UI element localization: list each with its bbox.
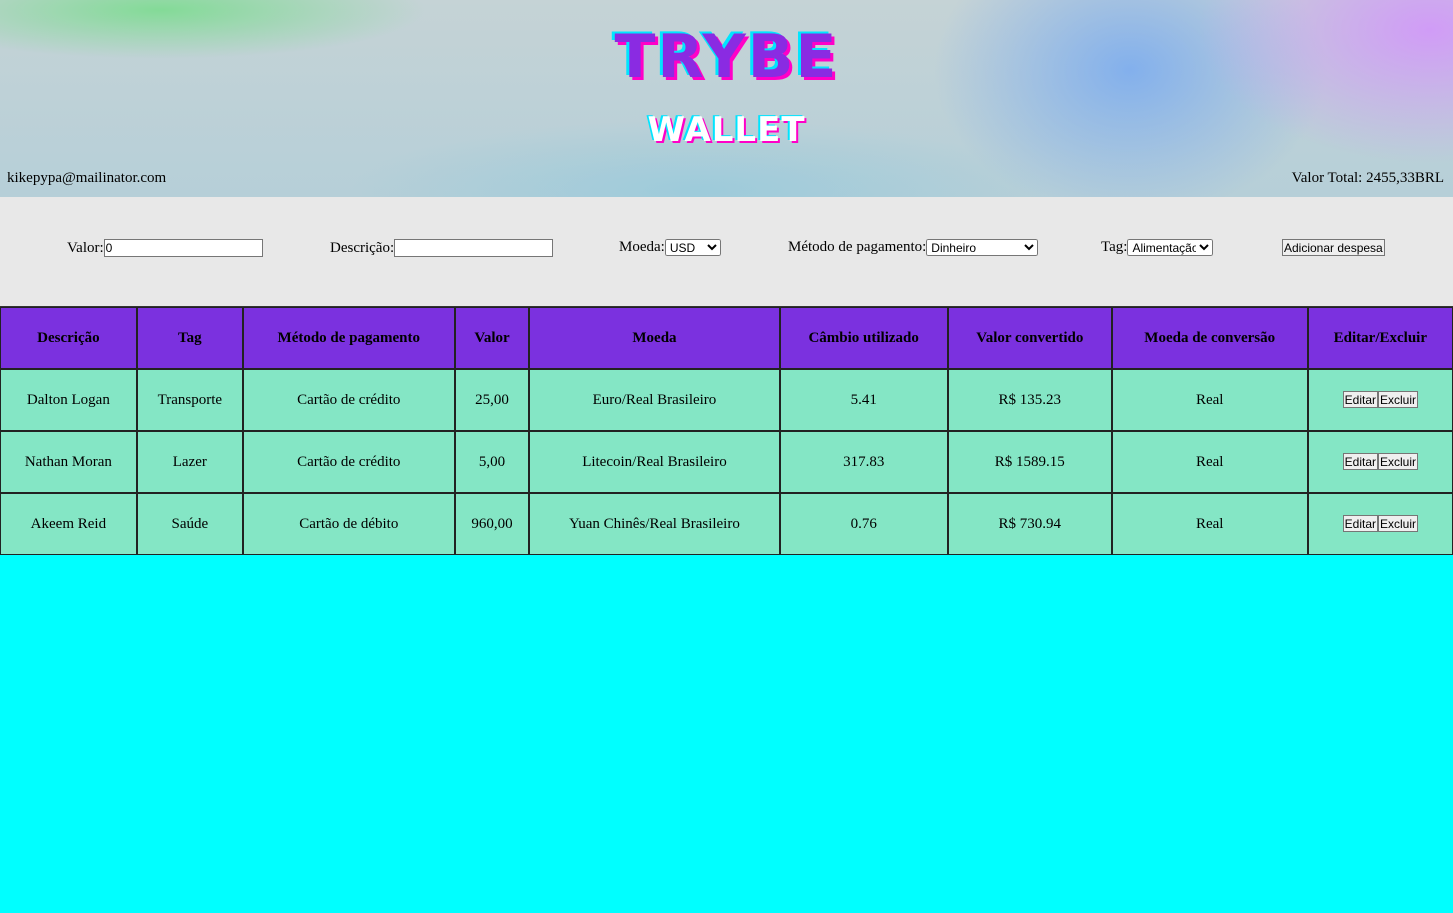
metodo-label: Método de pagamento: xyxy=(788,239,927,255)
header-descricao: Descrição xyxy=(0,307,137,369)
valor-label: Valor: xyxy=(67,239,104,256)
cell-cambio: 317.83 xyxy=(779,431,948,493)
edit-button[interactable]: Editar xyxy=(1342,391,1379,409)
tag-select[interactable]: Alimentação xyxy=(1127,239,1214,256)
edit-button[interactable]: Editar xyxy=(1342,453,1379,471)
app-header: TRYBE WALLET kikepypa@mailinator.com Val… xyxy=(0,0,1453,197)
header-moeda-conversao: Moeda de conversão xyxy=(1111,307,1308,369)
table-header-row: Descrição Tag Método de pagamento Valor … xyxy=(0,307,1453,369)
cell-valor-convertido: R$ 1589.15 xyxy=(947,431,1112,493)
header-editar-excluir: Editar/Excluir xyxy=(1307,307,1453,369)
expenses-table: Descrição Tag Método de pagamento Valor … xyxy=(0,306,1453,555)
cell-cambio: 5.41 xyxy=(779,369,948,431)
tag-label: Tag: xyxy=(1101,239,1128,255)
total-value: Valor Total: 2455,33BRL xyxy=(1291,170,1444,186)
cell-actions: Editar Excluir xyxy=(1307,431,1453,493)
logo-trybe: TRYBE xyxy=(614,22,839,92)
cell-moeda: Euro/Real Brasileiro xyxy=(529,369,780,431)
cell-valor-convertido: R$ 730.94 xyxy=(947,493,1112,555)
cell-tag: Lazer xyxy=(136,431,243,493)
metodo-field: Método de pagamento: Dinheiro xyxy=(788,239,1039,256)
cell-metodo: Cartão de débito xyxy=(242,493,455,555)
descricao-field: Descrição: xyxy=(330,239,554,257)
cell-valor: 960,00 xyxy=(454,493,530,555)
cell-tag: Transporte xyxy=(136,369,243,431)
user-email: kikepypa@mailinator.com xyxy=(7,170,167,186)
cell-descricao: Dalton Logan xyxy=(0,369,137,431)
descricao-input[interactable] xyxy=(394,239,554,257)
cell-descricao: Akeem Reid xyxy=(0,493,137,555)
tag-field: Tag: Alimentação xyxy=(1101,239,1214,256)
valor-field: Valor: xyxy=(67,239,263,257)
cell-descricao: Nathan Moran xyxy=(0,431,137,493)
cell-cambio: 0.76 xyxy=(779,493,948,555)
cell-moeda: Litecoin/Real Brasileiro xyxy=(529,431,780,493)
cell-valor-convertido: R$ 135.23 xyxy=(947,369,1112,431)
cell-moeda-conversao: Real xyxy=(1111,493,1308,555)
header-cambio: Câmbio utilizado xyxy=(779,307,948,369)
delete-button[interactable]: Excluir xyxy=(1378,515,1419,533)
header-tag: Tag xyxy=(136,307,243,369)
header-valor-convertido: Valor convertido xyxy=(947,307,1112,369)
header-metodo: Método de pagamento xyxy=(242,307,455,369)
header-moeda: Moeda xyxy=(529,307,780,369)
logo-wallet: WALLET xyxy=(647,110,806,150)
cell-metodo: Cartão de crédito xyxy=(242,369,455,431)
expense-form: Valor: Descrição: Moeda: USD Método de p… xyxy=(0,197,1453,306)
table-row: Dalton Logan Transporte Cartão de crédit… xyxy=(0,369,1453,431)
cell-actions: Editar Excluir xyxy=(1307,369,1453,431)
cell-tag: Saúde xyxy=(136,493,243,555)
descricao-label: Descrição: xyxy=(330,239,395,256)
moeda-field: Moeda: USD xyxy=(619,239,721,256)
cell-valor: 25,00 xyxy=(454,369,530,431)
cell-valor: 5,00 xyxy=(454,431,530,493)
metodo-select[interactable]: Dinheiro xyxy=(926,239,1039,256)
header-valor: Valor xyxy=(454,307,530,369)
valor-input[interactable] xyxy=(103,239,263,257)
cell-actions: Editar Excluir xyxy=(1307,493,1453,555)
edit-button[interactable]: Editar xyxy=(1342,515,1379,533)
delete-button[interactable]: Excluir xyxy=(1378,453,1419,471)
cell-moeda-conversao: Real xyxy=(1111,431,1308,493)
moeda-label: Moeda: xyxy=(619,239,665,255)
add-expense-button[interactable]: Adicionar despesa xyxy=(1282,239,1385,256)
moeda-select[interactable]: USD xyxy=(664,239,721,256)
cell-moeda: Yuan Chinês/Real Brasileiro xyxy=(529,493,780,555)
cell-metodo: Cartão de crédito xyxy=(242,431,455,493)
table-row: Nathan Moran Lazer Cartão de crédito 5,0… xyxy=(0,431,1453,493)
delete-button[interactable]: Excluir xyxy=(1378,391,1419,409)
cell-moeda-conversao: Real xyxy=(1111,369,1308,431)
table-row: Akeem Reid Saúde Cartão de débito 960,00… xyxy=(0,493,1453,555)
